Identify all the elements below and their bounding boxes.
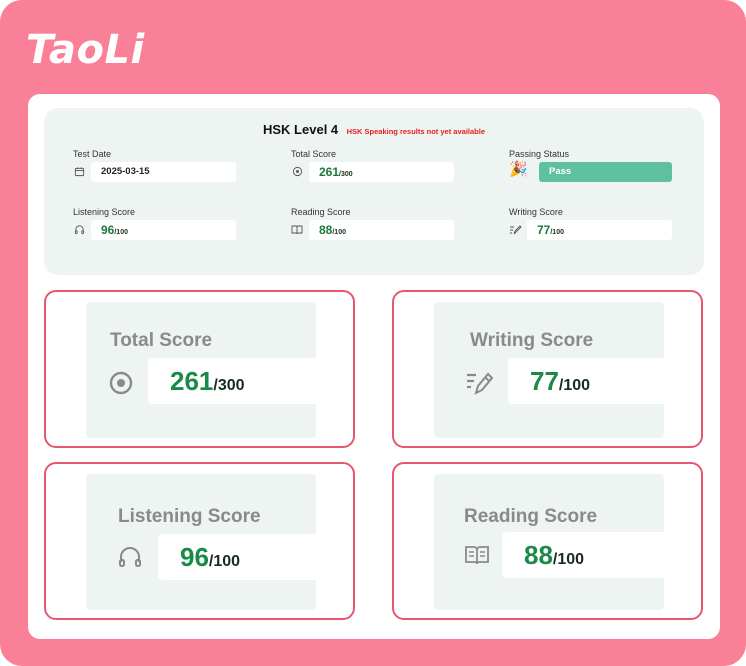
reading-score-card: Reading Score 88/100 bbox=[392, 462, 703, 620]
writing-score-card-value: 77/100 bbox=[508, 358, 698, 404]
test-date-value: 2025-03-15 bbox=[91, 162, 236, 182]
test-date-label: Test Date bbox=[73, 149, 112, 159]
reading-score-card-unit: /100 bbox=[552, 551, 585, 568]
summary-header: HSK Level 4 HSK Speaking results not yet… bbox=[44, 123, 704, 139]
reading-score-value: 88/100 bbox=[309, 220, 454, 240]
pen-icon bbox=[509, 224, 522, 236]
reading-score-card-value: 88/100 bbox=[502, 532, 692, 578]
total-score-card-inner: Total Score 261/300 bbox=[86, 302, 338, 438]
party-popper-icon: 🎉 bbox=[509, 161, 528, 178]
headphones-icon bbox=[73, 224, 85, 236]
calendar-icon bbox=[73, 166, 85, 178]
reading-score-label: Reading Score bbox=[291, 207, 351, 217]
listening-score-number: 96 bbox=[101, 223, 115, 237]
total-score-card-number: 261 bbox=[170, 366, 214, 396]
writing-score-unit: /100 bbox=[550, 229, 564, 236]
book-icon bbox=[291, 224, 303, 236]
total-score-value: 261/300 bbox=[309, 162, 454, 182]
target-icon bbox=[108, 370, 136, 398]
passing-status-label: Passing Status bbox=[509, 149, 570, 159]
listening-score-unit: /100 bbox=[114, 229, 128, 236]
results-card: HSK Level 4 HSK Speaking results not yet… bbox=[28, 94, 720, 639]
brand-logo: TaoLi bbox=[26, 27, 145, 73]
total-score-card: Total Score 261/300 bbox=[44, 290, 355, 448]
total-score-number: 261 bbox=[319, 165, 340, 179]
pen-icon bbox=[466, 370, 494, 398]
total-score-label: Total Score bbox=[291, 149, 337, 159]
writing-score-card-number: 77 bbox=[530, 366, 559, 396]
pass-status-badge: Pass bbox=[539, 162, 672, 182]
writing-score-card: Writing Score 77/100 bbox=[392, 290, 703, 448]
book-icon bbox=[464, 544, 492, 572]
listening-score-card: Listening Score 96/100 bbox=[44, 462, 355, 620]
listening-score-card-title: Listening Score bbox=[118, 506, 261, 527]
listening-score-card-inner: Listening Score 96/100 bbox=[86, 474, 348, 610]
total-score-card-title: Total Score bbox=[110, 330, 213, 351]
headphones-icon bbox=[118, 546, 146, 574]
summary-panel: HSK Level 4 HSK Speaking results not yet… bbox=[44, 108, 704, 275]
reading-score-card-inner: Reading Score 88/100 bbox=[434, 474, 692, 610]
writing-score-card-inner: Writing Score 77/100 bbox=[434, 302, 698, 438]
listening-score-card-value: 96/100 bbox=[158, 534, 348, 580]
total-score-card-unit: /300 bbox=[213, 377, 245, 394]
writing-score-number: 77 bbox=[537, 223, 551, 237]
writing-score-label: Writing Score bbox=[509, 207, 563, 217]
listening-score-label: Listening Score bbox=[73, 207, 136, 217]
reading-score-number: 88 bbox=[319, 223, 333, 237]
total-score-card-value: 261/300 bbox=[148, 358, 338, 404]
writing-score-value: 77/100 bbox=[527, 220, 672, 240]
app-frame: TaoLi HSK Level 4 HSK Speaking results n… bbox=[0, 0, 746, 666]
listening-score-card-unit: /100 bbox=[208, 553, 241, 570]
reading-score-unit: /100 bbox=[332, 229, 346, 236]
listening-score-value: 96/100 bbox=[91, 220, 236, 240]
writing-score-card-unit: /100 bbox=[558, 377, 591, 394]
level-title: HSK Level 4 bbox=[263, 122, 339, 137]
writing-score-card-title: Writing Score bbox=[470, 330, 594, 351]
total-score-unit: /300 bbox=[339, 171, 353, 178]
reading-score-card-title: Reading Score bbox=[464, 506, 598, 527]
reading-score-card-number: 88 bbox=[524, 540, 553, 570]
speaking-notice: HSK Speaking results not yet available bbox=[346, 127, 485, 136]
target-icon bbox=[291, 166, 303, 178]
listening-score-card-number: 96 bbox=[180, 542, 209, 572]
